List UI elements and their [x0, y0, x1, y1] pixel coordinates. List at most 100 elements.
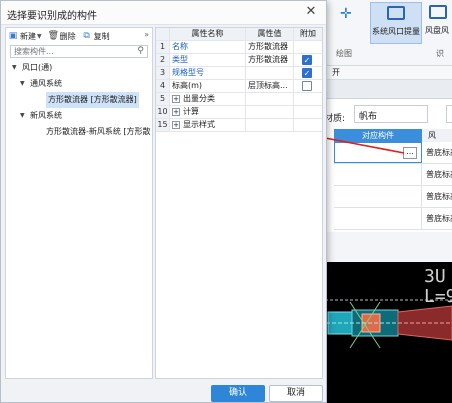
property-value[interactable]: 方形散流器: [246, 41, 294, 53]
column-header-name: 属性名称: [170, 28, 246, 40]
tree-item[interactable]: 方形散流器-新风系统 [方形散: [6, 124, 152, 140]
property-value[interactable]: [246, 67, 294, 79]
tree-item-selected[interactable]: 方形散流器 [方形散流器]: [6, 92, 152, 108]
attach-checkbox[interactable]: ✓: [302, 55, 312, 65]
search-input[interactable]: [11, 46, 129, 57]
property-group-name: 出量分类: [183, 94, 215, 103]
copy-label: 复制: [93, 31, 110, 41]
chevron-down-icon[interactable]: ▼: [20, 76, 25, 92]
toolbar-segment[interactable]: 开: [332, 67, 340, 78]
property-name: 名称: [170, 41, 246, 53]
expand-icon[interactable]: +: [172, 94, 180, 103]
tree-toolbar: ▣ 新建 ▼ 🗑 删除 ⧉ 复制 »: [6, 28, 152, 44]
tree-item-label: 方形散流器-新风系统 [方形散: [46, 127, 151, 136]
fan-coil-icon: [429, 5, 447, 19]
table-header: 属性名称 属性值 附加: [156, 28, 322, 41]
overflow-icon[interactable]: »: [144, 30, 149, 39]
cancel-button[interactable]: 取消: [269, 385, 323, 402]
property-row[interactable]: 4 标高(m) 层顶标高...: [156, 80, 322, 93]
confirm-button[interactable]: 确认: [211, 385, 265, 402]
property-name: 类型: [170, 54, 246, 66]
new-label: 新建: [20, 31, 36, 41]
property-name: 规格型号: [170, 67, 246, 79]
new-button[interactable]: ▣ 新建 ▼: [8, 31, 42, 42]
column-header-add: 附加: [300, 29, 316, 38]
trash-icon: 🗑: [47, 31, 60, 41]
chevron-down-icon[interactable]: ▼: [12, 60, 17, 76]
property-group-row[interactable]: 10 + 计算: [156, 106, 322, 119]
material-field[interactable]: 帆布: [354, 105, 428, 123]
component-tree: ▼ 风口(通) ▼ 通风系统 方形散流器 [方形散流器] ▼ 新风系统 方形散流…: [6, 60, 152, 140]
chevron-down-icon[interactable]: ▼: [20, 108, 25, 124]
property-row[interactable]: 3 规格型号 ✓: [156, 67, 322, 80]
chevron-down-icon[interactable]: ▼: [37, 33, 42, 40]
property-table: 属性名称 属性值 附加 1 名称 方形散流器 2 类型 方形散流器 ✓ 3 规格…: [156, 28, 322, 132]
table-row[interactable]: 普底标高: [334, 186, 452, 208]
tree-item-label: 方形散流器 [方形散流器]: [46, 92, 139, 108]
column-header-value: 属性值: [246, 28, 294, 40]
panel-gap: [320, 232, 452, 262]
attach-checkbox[interactable]: ✓: [302, 68, 312, 78]
table-cell: 普底标高: [426, 192, 452, 201]
ribbon-group-identify: 识: [436, 49, 444, 58]
property-value[interactable]: 层顶标高...: [246, 80, 294, 92]
tree-item-label: 通风系统: [30, 79, 62, 88]
table-cell: 普底标高: [426, 170, 452, 179]
system-outlet-takeoff-button[interactable]: 系统风口提量: [370, 2, 422, 44]
expand-icon[interactable]: +: [172, 120, 180, 129]
copy-button[interactable]: ⧉ 复制: [82, 31, 110, 42]
column-header-component: 对应构件: [334, 129, 422, 142]
tree-item[interactable]: ▼ 通风系统: [6, 76, 152, 92]
search-icon[interactable]: ⚲: [137, 46, 144, 56]
property-group-name: 显示样式: [183, 120, 215, 129]
component-tree-panel: ▣ 新建 ▼ 🗑 删除 ⧉ 复制 » ⚲ ▼ 风口(通) ▼: [5, 27, 153, 379]
dialog-title: 选择要识别成的构件: [7, 11, 97, 22]
row-number: 15: [156, 119, 170, 131]
property-row[interactable]: 2 类型 方形散流器 ✓: [156, 54, 322, 67]
delete-label: 删除: [59, 31, 76, 41]
tree-item[interactable]: ▼ 新风系统: [6, 108, 152, 124]
property-value[interactable]: 方形散流器: [246, 54, 294, 66]
secondary-toolbar: 开: [320, 66, 452, 80]
fan-coil-label: 风盘风: [425, 26, 449, 35]
table-cell: 普底标高: [426, 148, 452, 157]
expand-icon[interactable]: +: [172, 107, 180, 116]
property-group-name: 计算: [183, 107, 199, 116]
select-component-dialog: 选择要识别成的构件 ✕ ▣ 新建 ▼ 🗑 删除 ⧉ 复制 » ⚲: [0, 0, 327, 403]
copy-icon: ⧉: [83, 31, 90, 41]
table-row[interactable]: 普底标高: [334, 164, 452, 186]
extra-field[interactable]: [446, 105, 452, 123]
drawing-canvas[interactable]: 3U L=9: [320, 262, 452, 403]
pin-icon[interactable]: ✛: [340, 6, 358, 24]
row-number: 2: [156, 54, 170, 66]
row-number: 10: [156, 106, 170, 118]
delete-button[interactable]: 🗑 删除: [48, 31, 76, 42]
table-row[interactable]: ... 普底标高: [334, 142, 452, 164]
system-outlet-takeoff-label: 系统风口提量: [372, 27, 420, 36]
property-name: 标高(m): [170, 80, 246, 92]
mapping-table: 对应构件 风 ... 普底标高 普底标高 普底标高 普底标高: [334, 129, 452, 230]
more-button[interactable]: ...: [403, 147, 417, 159]
property-group-row[interactable]: 15 + 显示样式: [156, 119, 322, 132]
duct-drawing: [320, 299, 452, 349]
column-header-wind: 风: [422, 129, 452, 142]
row-number: 1: [156, 41, 170, 53]
close-icon[interactable]: ✕: [304, 4, 318, 20]
dialog-titlebar[interactable]: 选择要识别成的构件 ✕: [1, 1, 326, 25]
new-icon: ▣: [8, 31, 18, 41]
property-group-row[interactable]: 5 + 出量分类: [156, 93, 322, 106]
outlet-icon: [387, 6, 405, 20]
attach-checkbox[interactable]: [302, 81, 312, 91]
tree-item-label: 新风系统: [30, 111, 62, 120]
table-row[interactable]: 普底标高: [334, 208, 452, 230]
material-label: 材质:: [324, 114, 346, 124]
ribbon-group-draw: 绘图: [336, 49, 352, 58]
fan-coil-button[interactable]: 风盘风: [425, 2, 452, 44]
row-number: 3: [156, 67, 170, 79]
row-number: 5: [156, 93, 170, 105]
property-panel: 属性名称 属性值 附加 1 名称 方形散流器 2 类型 方形散流器 ✓ 3 规格…: [155, 27, 323, 379]
table-cell: 普底标高: [426, 214, 452, 223]
property-row[interactable]: 1 名称 方形散流器: [156, 41, 322, 54]
tree-item[interactable]: ▼ 风口(通): [6, 60, 152, 76]
search-box[interactable]: ⚲: [10, 45, 148, 58]
